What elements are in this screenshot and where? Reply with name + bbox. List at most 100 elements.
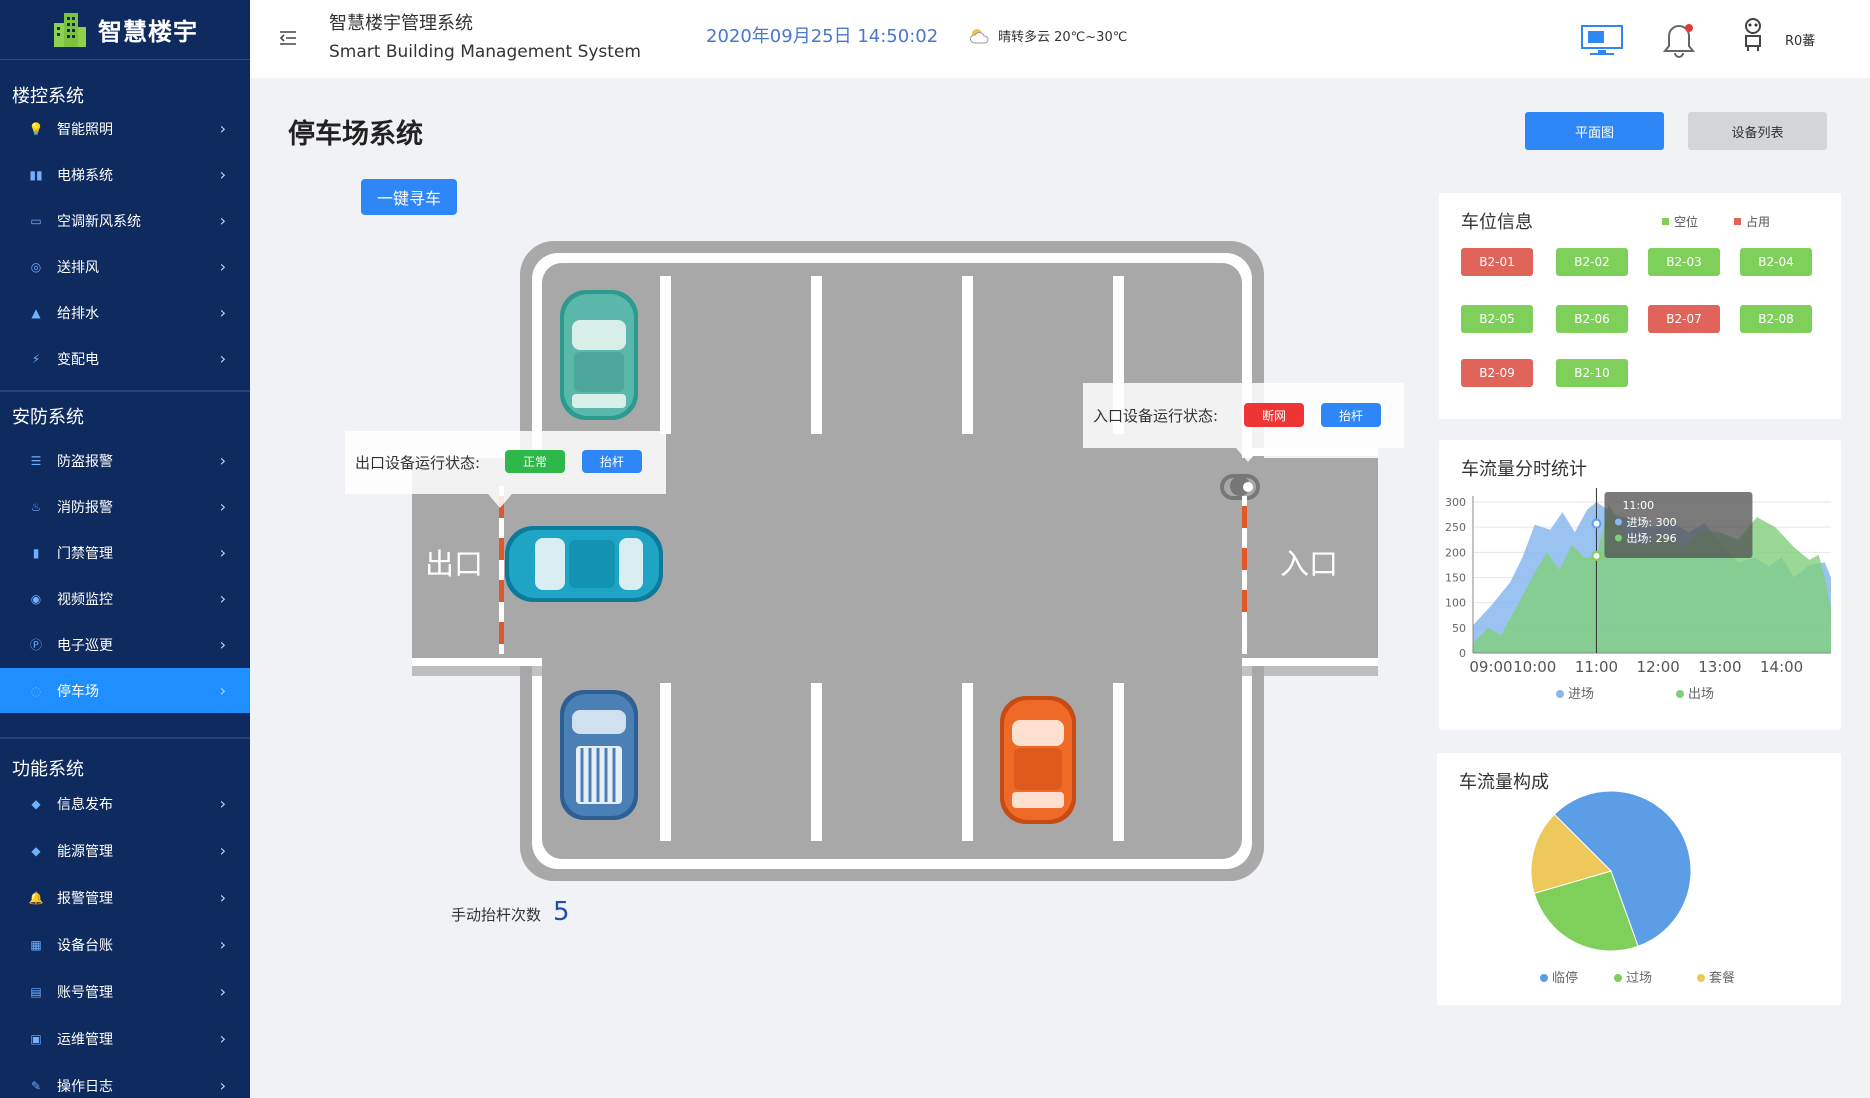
tooltip-row: 进场: 300	[1626, 515, 1676, 529]
sidebar-item-label: 变配电	[57, 351, 99, 368]
menu-toggle-icon[interactable]	[278, 28, 298, 48]
traffic-composition-panel: 车流量构成 临停 过场 套餐	[1437, 753, 1841, 1005]
chevron-right-icon: ›	[219, 257, 226, 276]
sidebar-item[interactable]: ♨ 消防报警 ›	[0, 484, 250, 529]
weather-text: 晴转多云 20℃~30℃	[998, 30, 1128, 45]
parking-slot[interactable]: B2-05	[1461, 305, 1533, 333]
parking-slot[interactable]: B2-01	[1461, 248, 1533, 276]
sidebar-item-label: 账号管理	[57, 984, 113, 1001]
parking-slot[interactable]: B2-10	[1556, 359, 1628, 387]
y-tick-label: 150	[1445, 572, 1466, 585]
camera-icon: ◉	[30, 591, 42, 606]
sidebar-item[interactable]: ◉ 视频监控 ›	[0, 576, 250, 621]
elevator-icon: ▮▮	[29, 167, 43, 182]
chevron-right-icon: ›	[219, 1076, 226, 1095]
parking-slot[interactable]: B2-09	[1461, 359, 1533, 387]
monitor-icon[interactable]	[1580, 24, 1624, 56]
x-tick-label: 09:00	[1469, 658, 1512, 676]
top-header: 智慧楼宇管理系统 Smart Building Management Syste…	[250, 0, 1870, 78]
tooltip-swatch	[1614, 518, 1622, 526]
car-orange[interactable]	[1000, 696, 1076, 824]
sidebar-item[interactable]: 💡 智能照明 ›	[0, 106, 250, 151]
traffic-pie-chart: 临停 过场 套餐	[1530, 790, 1735, 986]
series-point	[1591, 518, 1602, 529]
sidebar-item[interactable]: ▤ 账号管理 ›	[0, 969, 250, 1014]
slot-panel-title: 车位信息	[1461, 212, 1533, 233]
logo-text: 智慧楼宇	[98, 18, 198, 46]
aircon-icon: ▭	[30, 213, 42, 228]
sidebar-section-title: 安防系统	[12, 407, 84, 428]
y-tick-label: 100	[1445, 597, 1466, 610]
sidebar-item-label: 停车场	[57, 683, 99, 700]
avatar[interactable]	[1740, 16, 1766, 52]
entry-raise-barrier-button[interactable]: 抬杆	[1321, 403, 1381, 427]
chevron-right-icon: ›	[219, 982, 226, 1001]
parking-slot[interactable]: B2-02	[1556, 248, 1628, 276]
system-title-cn: 智慧楼宇管理系统	[329, 13, 473, 34]
sidebar-item[interactable]: Ⓟ 电子巡更 ›	[0, 622, 250, 667]
fan-icon: ◎	[30, 259, 42, 274]
sidebar-item[interactable]: ◌ 停车场 ›	[0, 668, 250, 713]
parking-slot[interactable]: B2-08	[1740, 305, 1812, 333]
chevron-right-icon: ›	[219, 165, 226, 184]
sidebar-item[interactable]: ◆ 信息发布 ›	[0, 781, 250, 826]
sidebar-item-label: 送排风	[57, 259, 99, 276]
tooltip-title: 11:00	[1622, 499, 1654, 512]
legend-label: 进场	[1568, 687, 1594, 702]
sidebar-item[interactable]: ◆ 能源管理 ›	[0, 828, 250, 873]
sidebar-item-label: 运维管理	[57, 1031, 113, 1048]
page-title: 停车场系统	[288, 119, 423, 150]
sidebar-item[interactable]: ▦ 设备台账 ›	[0, 922, 250, 967]
sidebar-item[interactable]: ▮ 门禁管理 ›	[0, 530, 250, 575]
sidebar-item-label: 操作日志	[57, 1078, 113, 1095]
legend-swatch	[1697, 974, 1705, 982]
free-swatch	[1662, 218, 1669, 225]
sidebar-item[interactable]: ◎ 送排风 ›	[0, 244, 250, 289]
sidebar-item[interactable]: ▲ 给排水 ›	[0, 290, 250, 335]
occupied-swatch	[1734, 218, 1741, 225]
sidebar-item[interactable]: ☰ 防盗报警 ›	[0, 438, 250, 483]
parking-slot[interactable]: B2-03	[1648, 248, 1720, 276]
energy-icon: ◆	[31, 843, 41, 858]
chevron-right-icon: ›	[219, 451, 226, 470]
entry-status-label: 入口设备运行状态:	[1093, 407, 1219, 425]
sidebar-item[interactable]: ▣ 运维管理 ›	[0, 1016, 250, 1061]
chevron-right-icon: ›	[219, 349, 226, 368]
car-cyan[interactable]	[505, 526, 663, 602]
parking-slot[interactable]: B2-04	[1740, 248, 1812, 276]
parking-lot-map: 出口 入口	[412, 241, 1378, 881]
exit-barrier[interactable]	[499, 486, 504, 654]
sidebar-item[interactable]: 🔔 报警管理 ›	[0, 875, 250, 920]
exit-raise-barrier-button[interactable]: 抬杆	[582, 450, 642, 473]
sidebar-item-label: 空调新风系统	[57, 213, 141, 230]
manual-count-value: 5	[553, 897, 570, 927]
parking-slot[interactable]: B2-06	[1556, 305, 1628, 333]
power-icon: ⚡	[31, 351, 41, 366]
logo: 智慧楼宇	[0, 0, 250, 60]
manual-count-label: 手动抬杆次数	[451, 906, 542, 924]
info-icon: ◆	[31, 796, 41, 811]
sidebar-item[interactable]: ▭ 空调新风系统 ›	[0, 198, 250, 243]
chevron-right-icon: ›	[219, 935, 226, 954]
sidebar-item-label: 电梯系统	[57, 167, 113, 184]
car-blue[interactable]	[560, 690, 638, 820]
sidebar-item-label: 视频监控	[57, 591, 113, 608]
log-icon: ✎	[30, 1078, 42, 1093]
car-teal[interactable]	[560, 290, 638, 420]
sidebar-item[interactable]: ▮▮ 电梯系统 ›	[0, 152, 250, 197]
y-tick-label: 200	[1445, 546, 1466, 559]
exit-status-pointer	[488, 494, 512, 508]
parking-slot[interactable]: B2-07	[1648, 305, 1720, 333]
chevron-right-icon: ›	[219, 119, 226, 138]
sidebar-item[interactable]: ✎ 操作日志 ›	[0, 1063, 250, 1098]
x-tick-label: 14:00	[1760, 658, 1803, 676]
door-icon: ▮	[32, 545, 40, 560]
user-name[interactable]: R0蕃	[1785, 30, 1815, 49]
notification-bell-icon[interactable]	[1662, 22, 1696, 62]
device-list-button[interactable]: 设备列表	[1688, 112, 1827, 150]
sidebar-item[interactable]: ⚡ 变配电 ›	[0, 336, 250, 381]
find-car-button[interactable]: 一键寻车	[361, 179, 457, 215]
system-title-en: Smart Building Management System	[329, 42, 641, 62]
bell-icon: 🔔	[28, 890, 44, 905]
plan-view-button[interactable]: 平面图	[1525, 112, 1664, 150]
